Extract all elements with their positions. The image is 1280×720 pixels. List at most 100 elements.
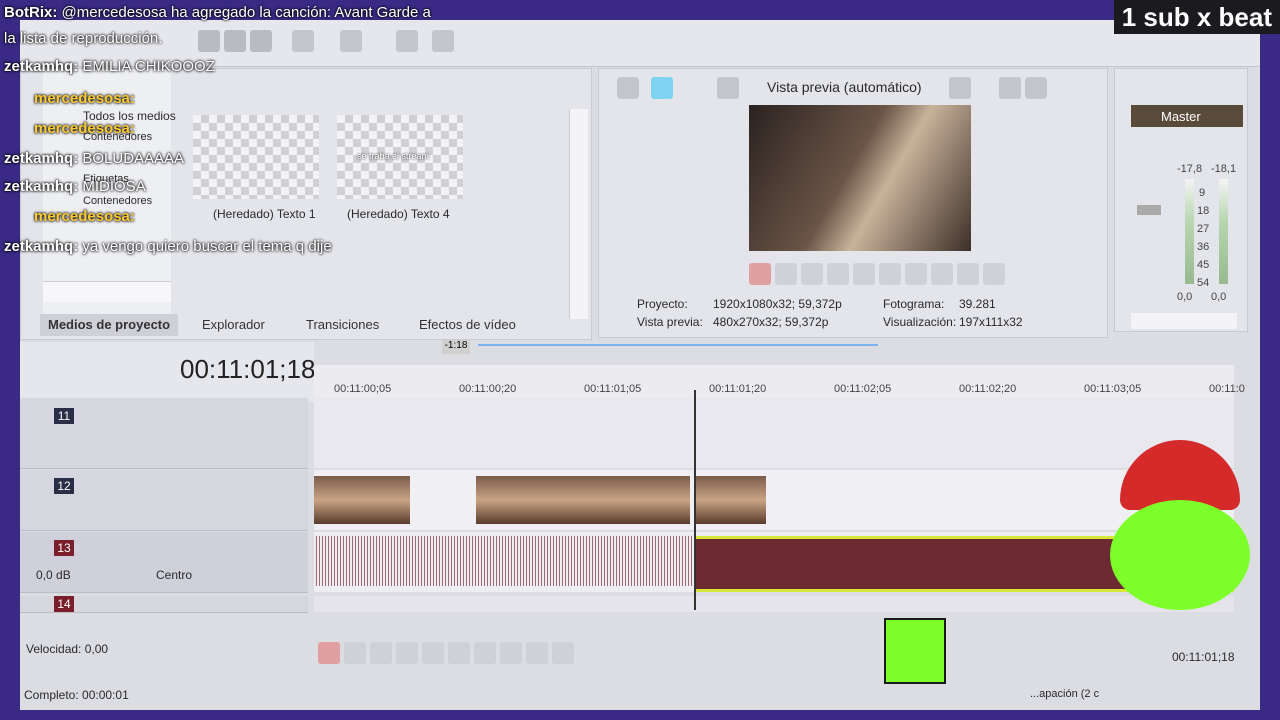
main-transport	[318, 642, 598, 668]
audio-clip[interactable]	[314, 536, 694, 586]
track-pan: Centro	[156, 568, 193, 582]
play-button[interactable]	[396, 642, 418, 664]
monitor-icon[interactable]	[651, 77, 673, 99]
next-button[interactable]	[931, 263, 953, 285]
mascot-head	[1110, 500, 1250, 610]
preview-transport	[749, 263, 1009, 285]
vegas-window: Todos los medios Contenedores Etiquetas …	[20, 20, 1260, 710]
tool-icon[interactable]	[396, 30, 418, 52]
timeline-header: 00:11:01;18	[20, 342, 316, 402]
prev-frame-button[interactable]	[526, 642, 548, 664]
pause-button[interactable]	[853, 263, 875, 285]
help-icon[interactable]	[432, 30, 454, 52]
paste-icon[interactable]	[250, 30, 272, 52]
playhead[interactable]	[694, 390, 696, 610]
copy-frame-icon[interactable]	[999, 77, 1021, 99]
fotograma-label: Fotograma:	[883, 297, 945, 311]
media-label: (Heredado) Texto 4	[347, 207, 450, 221]
track-header[interactable]: 11	[20, 398, 308, 469]
chat-message: la lista de reproducción.	[4, 30, 163, 47]
redo-icon[interactable]	[340, 30, 362, 52]
vista-label: Vista previa:	[637, 315, 703, 329]
tree-scrollbar[interactable]	[43, 281, 171, 302]
track-number: 14	[54, 596, 74, 612]
master-bottom-left: 0,0	[1177, 291, 1193, 303]
next-frame-button[interactable]	[552, 642, 574, 664]
media-label: (Heredado) Texto 1	[213, 207, 316, 221]
master-title: Master	[1161, 109, 1201, 124]
velocity-label: Velocidad: 0,00	[26, 642, 109, 656]
record-button[interactable]	[749, 263, 771, 285]
preview-panel: Vista previa (automático) Proyecto: 1920…	[598, 68, 1108, 338]
video-clip[interactable]	[476, 476, 690, 524]
track-number: 13	[54, 540, 74, 556]
media-thumb[interactable]: se traba el stream	[337, 115, 463, 199]
tab-transitions[interactable]: Transiciones	[306, 314, 379, 336]
chat-message: mercedesosa:	[34, 90, 135, 107]
tab-video-effects[interactable]: Efectos de vídeo	[419, 314, 516, 336]
fotograma-value: 39.281	[959, 297, 996, 311]
track-header[interactable]: 13 0,0 dB Centro	[20, 532, 308, 593]
prev-marker-button[interactable]	[474, 642, 496, 664]
visualizacion-value: 197x111x32	[959, 315, 1023, 329]
grid-icon[interactable]	[949, 77, 971, 99]
video-clip[interactable]	[314, 476, 410, 524]
prev-frame-button[interactable]	[957, 263, 979, 285]
chat-message: zetkamhq: ya vengo quiero buscar el tema…	[4, 238, 332, 255]
play-start-button[interactable]	[370, 642, 392, 664]
stop-button[interactable]	[879, 263, 901, 285]
effects-icon[interactable]	[717, 77, 739, 99]
pause-button[interactable]	[422, 642, 444, 664]
tab-project-media[interactable]: Medios de proyecto	[40, 314, 179, 336]
preview-mode-select[interactable]: Vista previa (automático)	[767, 79, 922, 95]
tab-explorer[interactable]: Explorador	[202, 314, 265, 336]
play-button[interactable]	[827, 263, 849, 285]
loop-button[interactable]	[344, 642, 366, 664]
copy-icon[interactable]	[224, 30, 246, 52]
next-frame-button[interactable]	[983, 263, 1005, 285]
cut-icon[interactable]	[198, 30, 220, 52]
master-fader[interactable]	[1137, 205, 1161, 215]
chat-message: zetkamhq: MIDIOSA	[4, 178, 146, 195]
undo-icon[interactable]	[292, 30, 314, 52]
master-header: Master	[1131, 105, 1243, 127]
track-header[interactable]: 12	[20, 470, 308, 531]
media-scrollbar[interactable]	[569, 109, 588, 319]
track-number: 12	[54, 478, 74, 494]
master-bottom-right: 0,0	[1211, 291, 1227, 303]
master-bus-panel: Master -17,8 -18,1 9 18 27 36 45 54 0,0 …	[1114, 68, 1248, 332]
stop-button[interactable]	[448, 642, 470, 664]
master-left-db: -17,8	[1177, 163, 1203, 175]
media-panel: Todos los medios Contenedores Etiquetas …	[20, 68, 592, 340]
prev-button[interactable]	[905, 263, 927, 285]
video-clip[interactable]	[694, 476, 766, 524]
loop-button[interactable]	[775, 263, 797, 285]
meter-left	[1185, 179, 1194, 284]
master-scrollbar[interactable]	[1131, 313, 1237, 329]
selection-bar[interactable]	[478, 344, 878, 346]
preview-video	[749, 105, 971, 251]
record-button[interactable]	[318, 642, 340, 664]
status-text: Completo: 00:00:01	[24, 688, 129, 702]
save-frame-icon[interactable]	[1025, 77, 1047, 99]
mascot-overlay	[1080, 440, 1260, 710]
media-thumb[interactable]: ...	[193, 115, 319, 199]
chat-message: zetkamhq: BOLUDAAAAA	[4, 150, 185, 167]
play-start-button[interactable]	[801, 263, 823, 285]
next-marker-button[interactable]	[500, 642, 522, 664]
proyecto-value: 1920x1080x32; 59,372p	[713, 297, 842, 311]
chat-message: mercedesosa:	[34, 120, 135, 137]
timecode: 00:11:01;18	[180, 354, 316, 384]
master-right-db: -18,1	[1211, 163, 1237, 175]
chat-message: zetkamhq: EMILIA CHIKOOOZ	[4, 58, 215, 75]
proyecto-label: Proyecto:	[637, 297, 688, 311]
stream-title-banner: 1 sub x beat	[1113, 0, 1280, 34]
track-header[interactable]: 14	[20, 596, 308, 613]
track-volume: 0,0 dB	[36, 568, 71, 582]
vista-value: 480x270x32; 59,372p	[713, 315, 829, 329]
visualizacion-label: Visualización:	[883, 315, 957, 329]
chat-message: BotRix: @mercedesosa ha agregado la canc…	[4, 4, 431, 21]
preview-settings-icon[interactable]	[617, 77, 639, 99]
tree-item[interactable]: Contenedores	[83, 195, 152, 207]
meter-right	[1219, 179, 1228, 284]
